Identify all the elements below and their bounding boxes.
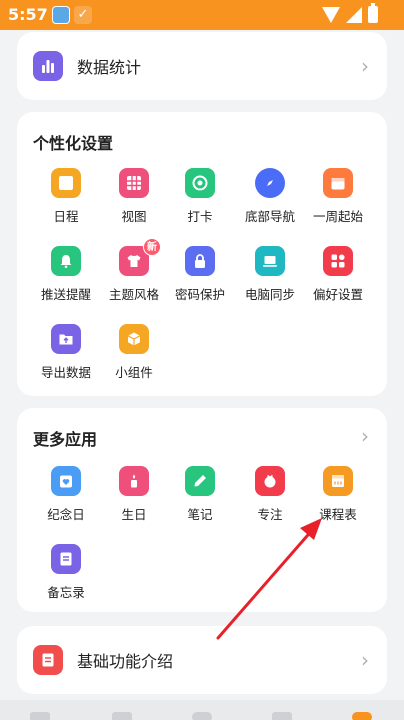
nav-tab-icon-active[interactable] xyxy=(352,712,372,720)
bottom-nav-bar xyxy=(0,700,404,720)
annotation-arrow xyxy=(216,518,322,640)
nav-tab-icon[interactable] xyxy=(30,712,50,720)
nav-tab-icon[interactable] xyxy=(112,712,132,720)
nav-tab-icon[interactable] xyxy=(192,712,212,720)
nav-tab-icon[interactable] xyxy=(272,712,292,720)
